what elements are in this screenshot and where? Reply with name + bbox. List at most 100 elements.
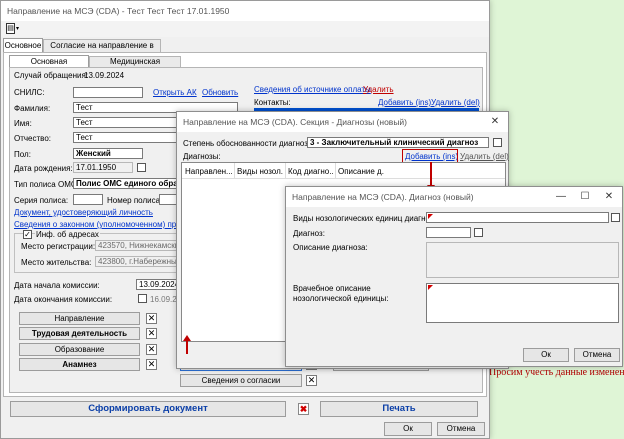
commission-end-label: Дата окончания комиссии: bbox=[14, 295, 113, 304]
labor-clear-icon[interactable]: ✕ bbox=[146, 328, 157, 339]
live-place-label: Место жительства: bbox=[21, 258, 92, 267]
name-label: Имя: bbox=[14, 119, 32, 128]
close-icon[interactable]: ✕ bbox=[484, 112, 506, 132]
policy-series-field[interactable] bbox=[73, 194, 103, 205]
tab-main[interactable]: Основное bbox=[3, 38, 43, 52]
calendar-icon[interactable] bbox=[137, 163, 146, 172]
delete-document-icon[interactable]: ✖ bbox=[298, 403, 309, 415]
noso-types-label: Виды нозологических единиц диагноза: bbox=[293, 214, 441, 223]
surname-label: Фамилия: bbox=[14, 104, 51, 113]
diagnosis-ok-button[interactable]: Ок bbox=[523, 348, 569, 362]
snils-label: СНИЛС: bbox=[14, 88, 45, 97]
form-document-label: Сформировать документ bbox=[88, 403, 208, 414]
annotation-arrow-up bbox=[186, 340, 188, 354]
minimize-icon[interactable]: — bbox=[550, 187, 572, 207]
required-marker bbox=[428, 214, 433, 219]
consent-clear-icon[interactable]: ✕ bbox=[306, 375, 317, 386]
noso-types-field[interactable] bbox=[426, 212, 609, 223]
commission-end-checkbox[interactable] bbox=[138, 294, 147, 303]
noso-types-lookup-icon[interactable] bbox=[611, 213, 620, 222]
payment-delete-link[interactable]: Удалить bbox=[363, 85, 394, 94]
subtab-main-info[interactable]: Основная информация bbox=[9, 55, 89, 77]
diagnosis-lookup-icon[interactable] bbox=[474, 228, 483, 237]
education-clear-icon[interactable]: ✕ bbox=[146, 344, 157, 355]
annotation-arrow-down bbox=[430, 162, 432, 186]
diagnosis-dialog: Направление на МСЭ (CDA). Диагноз (новый… bbox=[285, 186, 623, 367]
document-icon[interactable]: ▤ bbox=[6, 23, 15, 34]
column-divider bbox=[285, 163, 286, 179]
column-divider bbox=[335, 163, 336, 179]
consent-button[interactable]: Сведения о согласии bbox=[180, 374, 302, 387]
case-label: Случай обращения: bbox=[14, 71, 89, 80]
required-marker bbox=[428, 285, 433, 290]
reg-place-field[interactable]: 423570, Нижнекамский bbox=[95, 240, 181, 251]
justification-label: Степень обоснованности диагноза: bbox=[183, 139, 315, 148]
window-title: Направление на МСЭ (CDA) - Тест Тест Тес… bbox=[7, 6, 230, 16]
policy-number-label: Номер полиса: bbox=[107, 196, 163, 205]
oms-type-field[interactable]: Полис ОМС единого образца bbox=[73, 178, 181, 189]
legal-rep-link[interactable]: Сведения о законном (уполномоченном) пре… bbox=[14, 220, 201, 229]
direction-button[interactable]: Направление bbox=[19, 312, 140, 325]
print-label: Печать bbox=[382, 403, 416, 414]
diagnosis-label: Диагноз: bbox=[293, 229, 325, 238]
refresh-link[interactable]: Обновить bbox=[202, 88, 238, 97]
direction-clear-icon[interactable]: ✕ bbox=[146, 313, 157, 324]
main-cancel-button[interactable]: Отмена bbox=[437, 422, 485, 436]
policy-series-label: Серия полиса: bbox=[14, 196, 69, 205]
education-button[interactable]: Образование bbox=[19, 343, 140, 356]
dob-label: Дата рождения: bbox=[14, 164, 73, 173]
column-divider bbox=[234, 163, 235, 179]
print-button[interactable]: Печать bbox=[320, 401, 478, 417]
chevron-down-icon[interactable]: ▾ bbox=[16, 25, 19, 32]
sex-field[interactable]: Женский bbox=[73, 148, 143, 159]
form-document-button[interactable]: Сформировать документ bbox=[10, 401, 286, 417]
main-ok-button[interactable]: Ок bbox=[384, 422, 432, 436]
diagnosis-field[interactable] bbox=[426, 227, 471, 238]
medical-desc-textarea[interactable] bbox=[426, 283, 619, 323]
case-date: 13.09.2024 bbox=[84, 71, 125, 80]
diagnosis-cancel-button[interactable]: Отмена bbox=[574, 348, 620, 362]
diagnosis-dialog-title: Направление на МСЭ (CDA). Диагноз (новый… bbox=[292, 192, 474, 202]
snils-field[interactable] bbox=[73, 87, 143, 98]
column-header-code[interactable]: Код диагно... bbox=[288, 167, 334, 176]
contacts-add-link[interactable]: Добавить (ins) bbox=[378, 98, 431, 107]
annotation-arrowhead-up bbox=[183, 335, 191, 341]
diagnosis-desc-label: Описание диагноза: bbox=[293, 243, 368, 252]
contacts-delete-link[interactable]: Удалить (del) bbox=[431, 98, 480, 107]
section-dialog-titlebar: Направление на МСЭ (CDA). Секция - Диагн… bbox=[177, 112, 508, 132]
patronymic-label: Отчество: bbox=[14, 134, 51, 143]
diagnosis-desc-textarea[interactable] bbox=[426, 242, 619, 278]
anamnesis-clear-icon[interactable]: ✕ bbox=[146, 359, 157, 370]
identity-doc-link[interactable]: Документ, удостоверяющий личность bbox=[14, 208, 153, 217]
addresses-group bbox=[14, 233, 182, 273]
tab-consent[interactable]: Согласие на направление в МСЭ bbox=[43, 39, 161, 62]
justification-lookup-icon[interactable] bbox=[493, 138, 502, 147]
open-ak-link[interactable]: Открыть АК bbox=[153, 88, 197, 97]
addresses-checkbox[interactable]: ✓ bbox=[23, 230, 32, 239]
tab-main-label: Основное bbox=[4, 41, 42, 50]
column-header-description[interactable]: Описание д... bbox=[338, 167, 384, 176]
diagnoses-add-highlight bbox=[402, 149, 458, 163]
diagnoses-delete-link[interactable]: Удалить (del) bbox=[460, 152, 509, 161]
contacts-label: Контакты: bbox=[254, 98, 291, 107]
dob-field[interactable]: 17.01.1950 bbox=[73, 162, 133, 173]
justification-field[interactable]: 3 - Заключительный клинический диагноз bbox=[307, 137, 489, 148]
oms-type-label: Тип полиса ОМС: bbox=[14, 180, 79, 189]
payment-source-link[interactable]: Сведения об источнике оплаты bbox=[254, 85, 371, 94]
live-place-field[interactable]: 423800, г.Набережные Ч bbox=[95, 256, 181, 267]
anamnesis-button[interactable]: Анамнез bbox=[19, 358, 140, 371]
main-window-titlebar: Направление на МСЭ (CDA) - Тест Тест Тес… bbox=[1, 1, 489, 21]
reg-place-label: Место регистрации: bbox=[21, 242, 96, 251]
subtab-medical-docs[interactable]: Медицинская документация bbox=[89, 56, 181, 76]
maximize-icon[interactable]: ☐ bbox=[574, 187, 596, 207]
section-dialog-title: Направление на МСЭ (CDA). Секция - Диагн… bbox=[183, 117, 408, 127]
toolbar bbox=[1, 21, 489, 37]
commission-start-label: Дата начала комиссии: bbox=[14, 281, 100, 290]
labor-button[interactable]: Трудовая деятельность bbox=[19, 327, 140, 340]
sex-label: Пол: bbox=[14, 150, 31, 159]
close-icon[interactable]: ✕ bbox=[598, 187, 620, 207]
medical-desc-label: Врачебное описание нозологической единиц… bbox=[293, 284, 389, 303]
diagnoses-label: Диагнозы: bbox=[183, 152, 221, 161]
column-header-direction[interactable]: Направлен... bbox=[185, 167, 233, 176]
column-header-nosology[interactable]: Виды нозол... bbox=[237, 167, 283, 176]
